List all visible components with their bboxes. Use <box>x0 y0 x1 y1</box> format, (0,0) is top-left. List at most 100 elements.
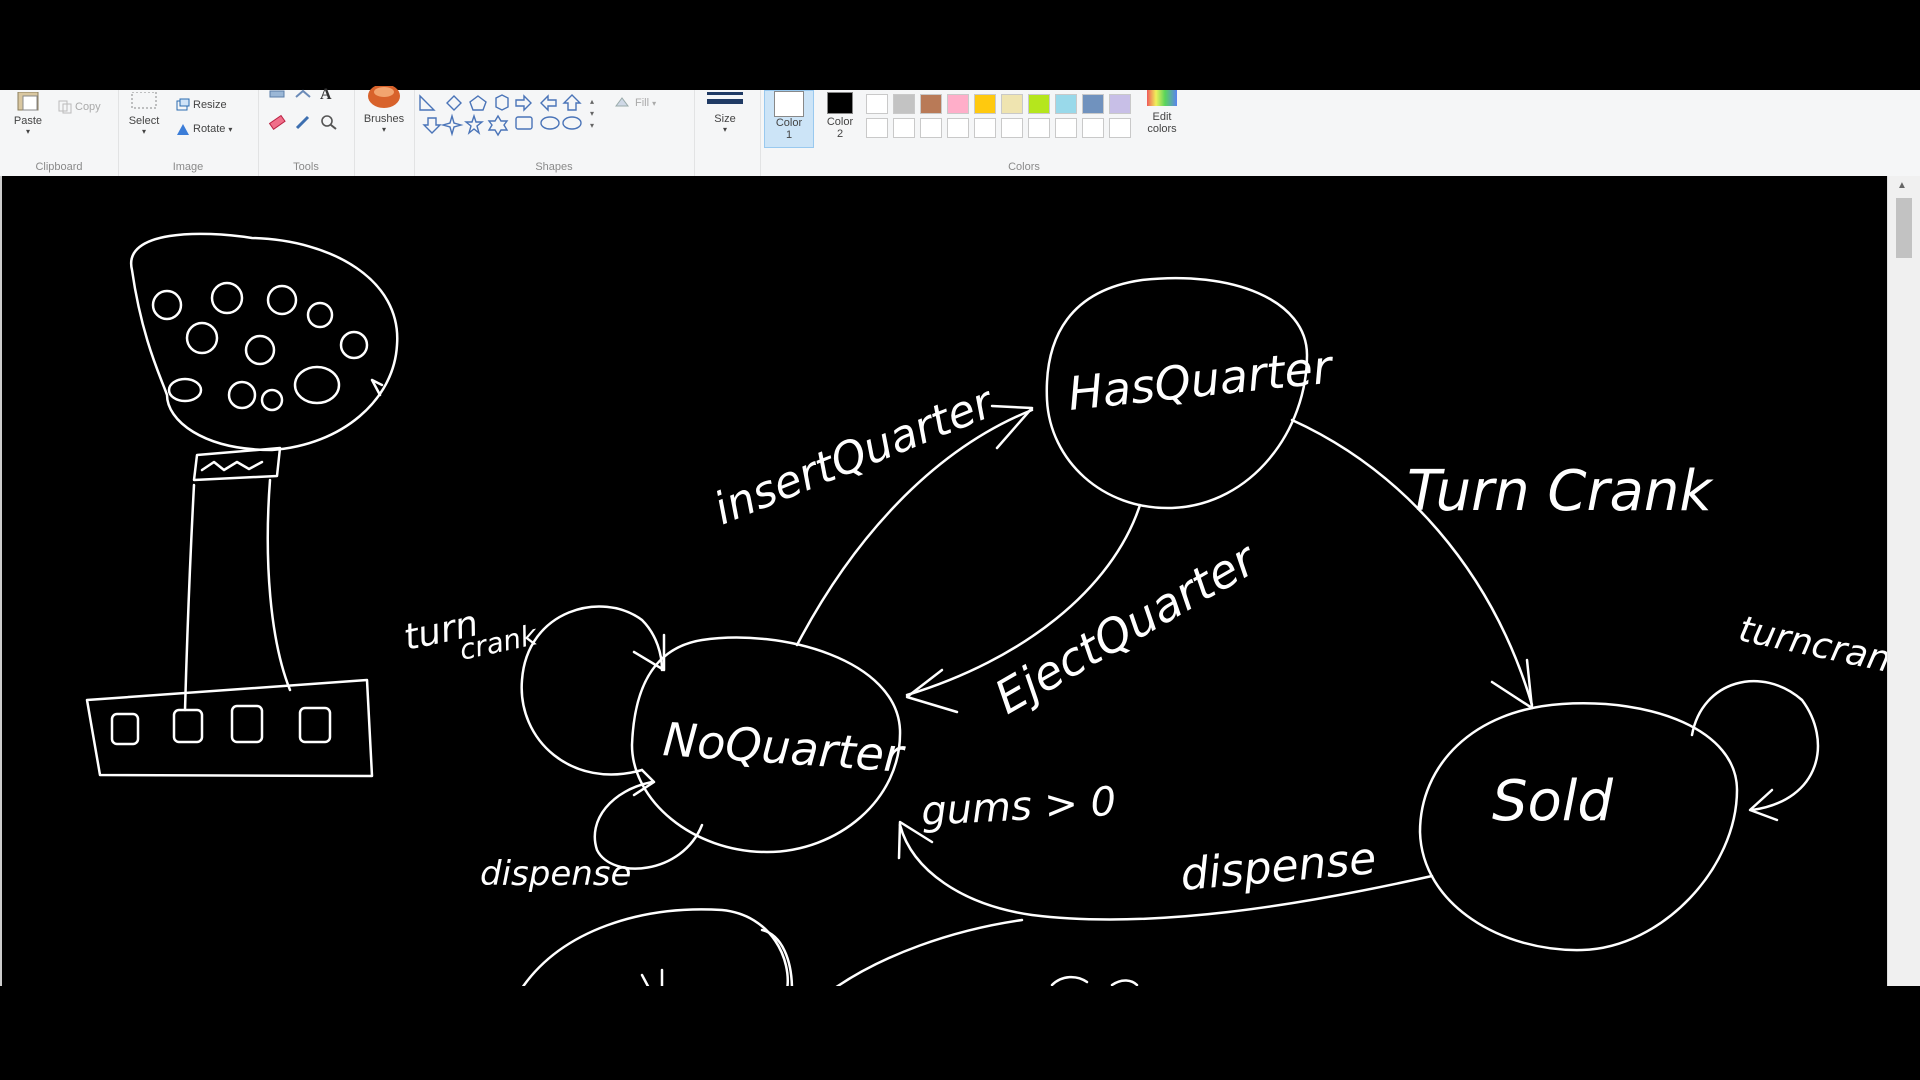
fill-button[interactable]: Fill ▾ <box>614 96 656 110</box>
pentagon-shape-icon <box>469 95 487 111</box>
color-swatch[interactable] <box>1028 118 1050 138</box>
color-swatch[interactable] <box>920 118 942 138</box>
color-swatch[interactable] <box>1082 118 1104 138</box>
color-swatch[interactable] <box>1055 118 1077 138</box>
shapes-gallery[interactable] <box>418 94 608 142</box>
size-button[interactable]: Size ▾ <box>702 90 748 134</box>
fill-bucket-icon[interactable] <box>294 88 312 106</box>
color2-num: 2 <box>836 128 844 140</box>
paste-icon <box>17 91 39 111</box>
color2-button[interactable]: Color 2 <box>816 90 864 148</box>
color-swatch[interactable] <box>1055 94 1077 114</box>
shapes-scroll-icon[interactable]: ▴ ▾ ▾ <box>590 96 594 132</box>
rotate-label: Rotate <box>193 123 226 135</box>
size-group: Size ▾ <box>694 90 761 176</box>
fill-label: Fill <box>635 97 650 109</box>
paste-button[interactable]: Paste ▾ <box>8 91 48 136</box>
color-swatch[interactable] <box>920 94 942 114</box>
ribbon: Paste ▾ Copy Clipboard Select ▾ Resize R… <box>0 84 1920 177</box>
eraser-icon[interactable] <box>268 114 286 135</box>
text-icon[interactable]: A <box>320 86 332 104</box>
dispense-main-label: dispense <box>1179 833 1379 901</box>
scroll-up-icon[interactable]: ▲ <box>1897 180 1907 191</box>
cloud-callout-icon <box>562 116 582 130</box>
size-label: Size <box>714 113 736 125</box>
edit-colors-label-1: Edit <box>1152 111 1172 123</box>
partial-state-bottom <box>521 908 789 986</box>
copy-button[interactable]: Copy <box>58 100 101 114</box>
five-point-star-icon <box>464 113 484 135</box>
color-swatch[interactable] <box>1001 118 1023 138</box>
tools-group-label: Tools <box>293 161 319 173</box>
color-swatch[interactable] <box>1001 94 1023 114</box>
image-group: Select ▾ Resize Rotate ▾ Image <box>118 90 259 176</box>
sold-label: Sold <box>1492 769 1613 834</box>
sold-self-loop-label: turncrank <box>1735 609 1889 686</box>
dispense-loop-label: dispense <box>480 854 631 894</box>
color-swatch[interactable] <box>893 94 915 114</box>
color2-label: Color <box>826 116 854 128</box>
image-group-label: Image <box>172 161 204 173</box>
fill-icon <box>615 97 629 107</box>
clipboard-group: Paste ▾ Copy Clipboard <box>0 90 119 176</box>
select-button[interactable]: Select ▾ <box>126 91 162 136</box>
gumball-neck <box>192 446 282 482</box>
insert-quarter-label: insertQuarter <box>707 376 1003 535</box>
letterbox-bottom <box>0 986 1920 1080</box>
down-arrow-shape-icon <box>422 117 442 134</box>
color-picker-icon[interactable] <box>294 114 312 135</box>
vertical-scrollbar[interactable]: ▲ <box>1887 176 1920 986</box>
color-swatch[interactable] <box>1082 94 1104 114</box>
rect-callout-icon <box>515 116 533 130</box>
pencil-icon[interactable] <box>268 88 286 106</box>
copy-label: Copy <box>75 101 101 113</box>
gumball-globe <box>129 232 399 452</box>
eject-quarter-label: EjectQuarter <box>986 531 1268 725</box>
color1-button[interactable]: Color 1 <box>764 90 814 148</box>
magnifier-icon[interactable] <box>320 114 338 135</box>
color-swatch[interactable] <box>947 94 969 114</box>
drawing-canvas[interactable]: HasQuarter NoQuarter Sold insertQuarter … <box>0 176 1889 986</box>
scrollbar-thumb[interactable] <box>1896 198 1912 258</box>
color-swatch[interactable] <box>1109 118 1131 138</box>
color-swatch[interactable] <box>974 118 996 138</box>
resize-button[interactable]: Resize <box>176 98 227 112</box>
color-swatch[interactable] <box>947 118 969 138</box>
rotate-button[interactable]: Rotate ▾ <box>176 122 232 136</box>
four-point-star-icon <box>440 113 464 137</box>
triangle-shape-icon <box>419 94 436 111</box>
hexagon-shape-icon <box>495 94 509 111</box>
edit-colors-label-2: colors <box>1147 123 1177 135</box>
state-diagram-sketch: HasQuarter NoQuarter Sold insertQuarter … <box>85 232 1889 986</box>
right-arrow-shape-icon <box>515 94 532 112</box>
resize-icon <box>176 98 190 111</box>
brush-icon <box>368 84 400 108</box>
colors-group-label: Colors <box>1008 161 1040 173</box>
color-swatch[interactable] <box>866 118 888 138</box>
rotate-icon <box>177 124 189 135</box>
gumball-machine-sketch <box>85 232 399 778</box>
diamond-shape-icon <box>446 95 462 111</box>
clipboard-group-label: Clipboard <box>35 161 83 173</box>
gumball-post <box>183 478 292 712</box>
resize-label: Resize <box>193 99 227 111</box>
select-label: Select <box>128 115 160 127</box>
color2-swatch <box>827 92 853 114</box>
brushes-group: Brushes ▾ <box>354 84 415 176</box>
brushes-label: Brushes <box>363 113 405 125</box>
line-size-icon <box>707 92 743 104</box>
color-swatch[interactable] <box>974 94 996 114</box>
color-swatch[interactable] <box>866 94 888 114</box>
color-swatch[interactable] <box>1109 94 1131 114</box>
color-swatch[interactable] <box>893 118 915 138</box>
edit-colors-button[interactable]: Edit colors <box>1140 90 1184 135</box>
shapes-group: ▴ ▾ ▾ Fill ▾ Shapes <box>414 90 695 176</box>
gums-guard-label: gums > 0 <box>920 779 1117 835</box>
brushes-button[interactable]: Brushes ▾ <box>358 84 410 134</box>
colors-group: Edit colors Colors <box>864 90 1184 176</box>
six-point-star-icon <box>487 114 509 137</box>
sold-self-loop <box>1690 679 1820 812</box>
color-swatch[interactable] <box>1028 94 1050 114</box>
no-quarter-label: NoQuarter <box>661 712 908 783</box>
rainbow-palette-icon <box>1147 90 1177 106</box>
